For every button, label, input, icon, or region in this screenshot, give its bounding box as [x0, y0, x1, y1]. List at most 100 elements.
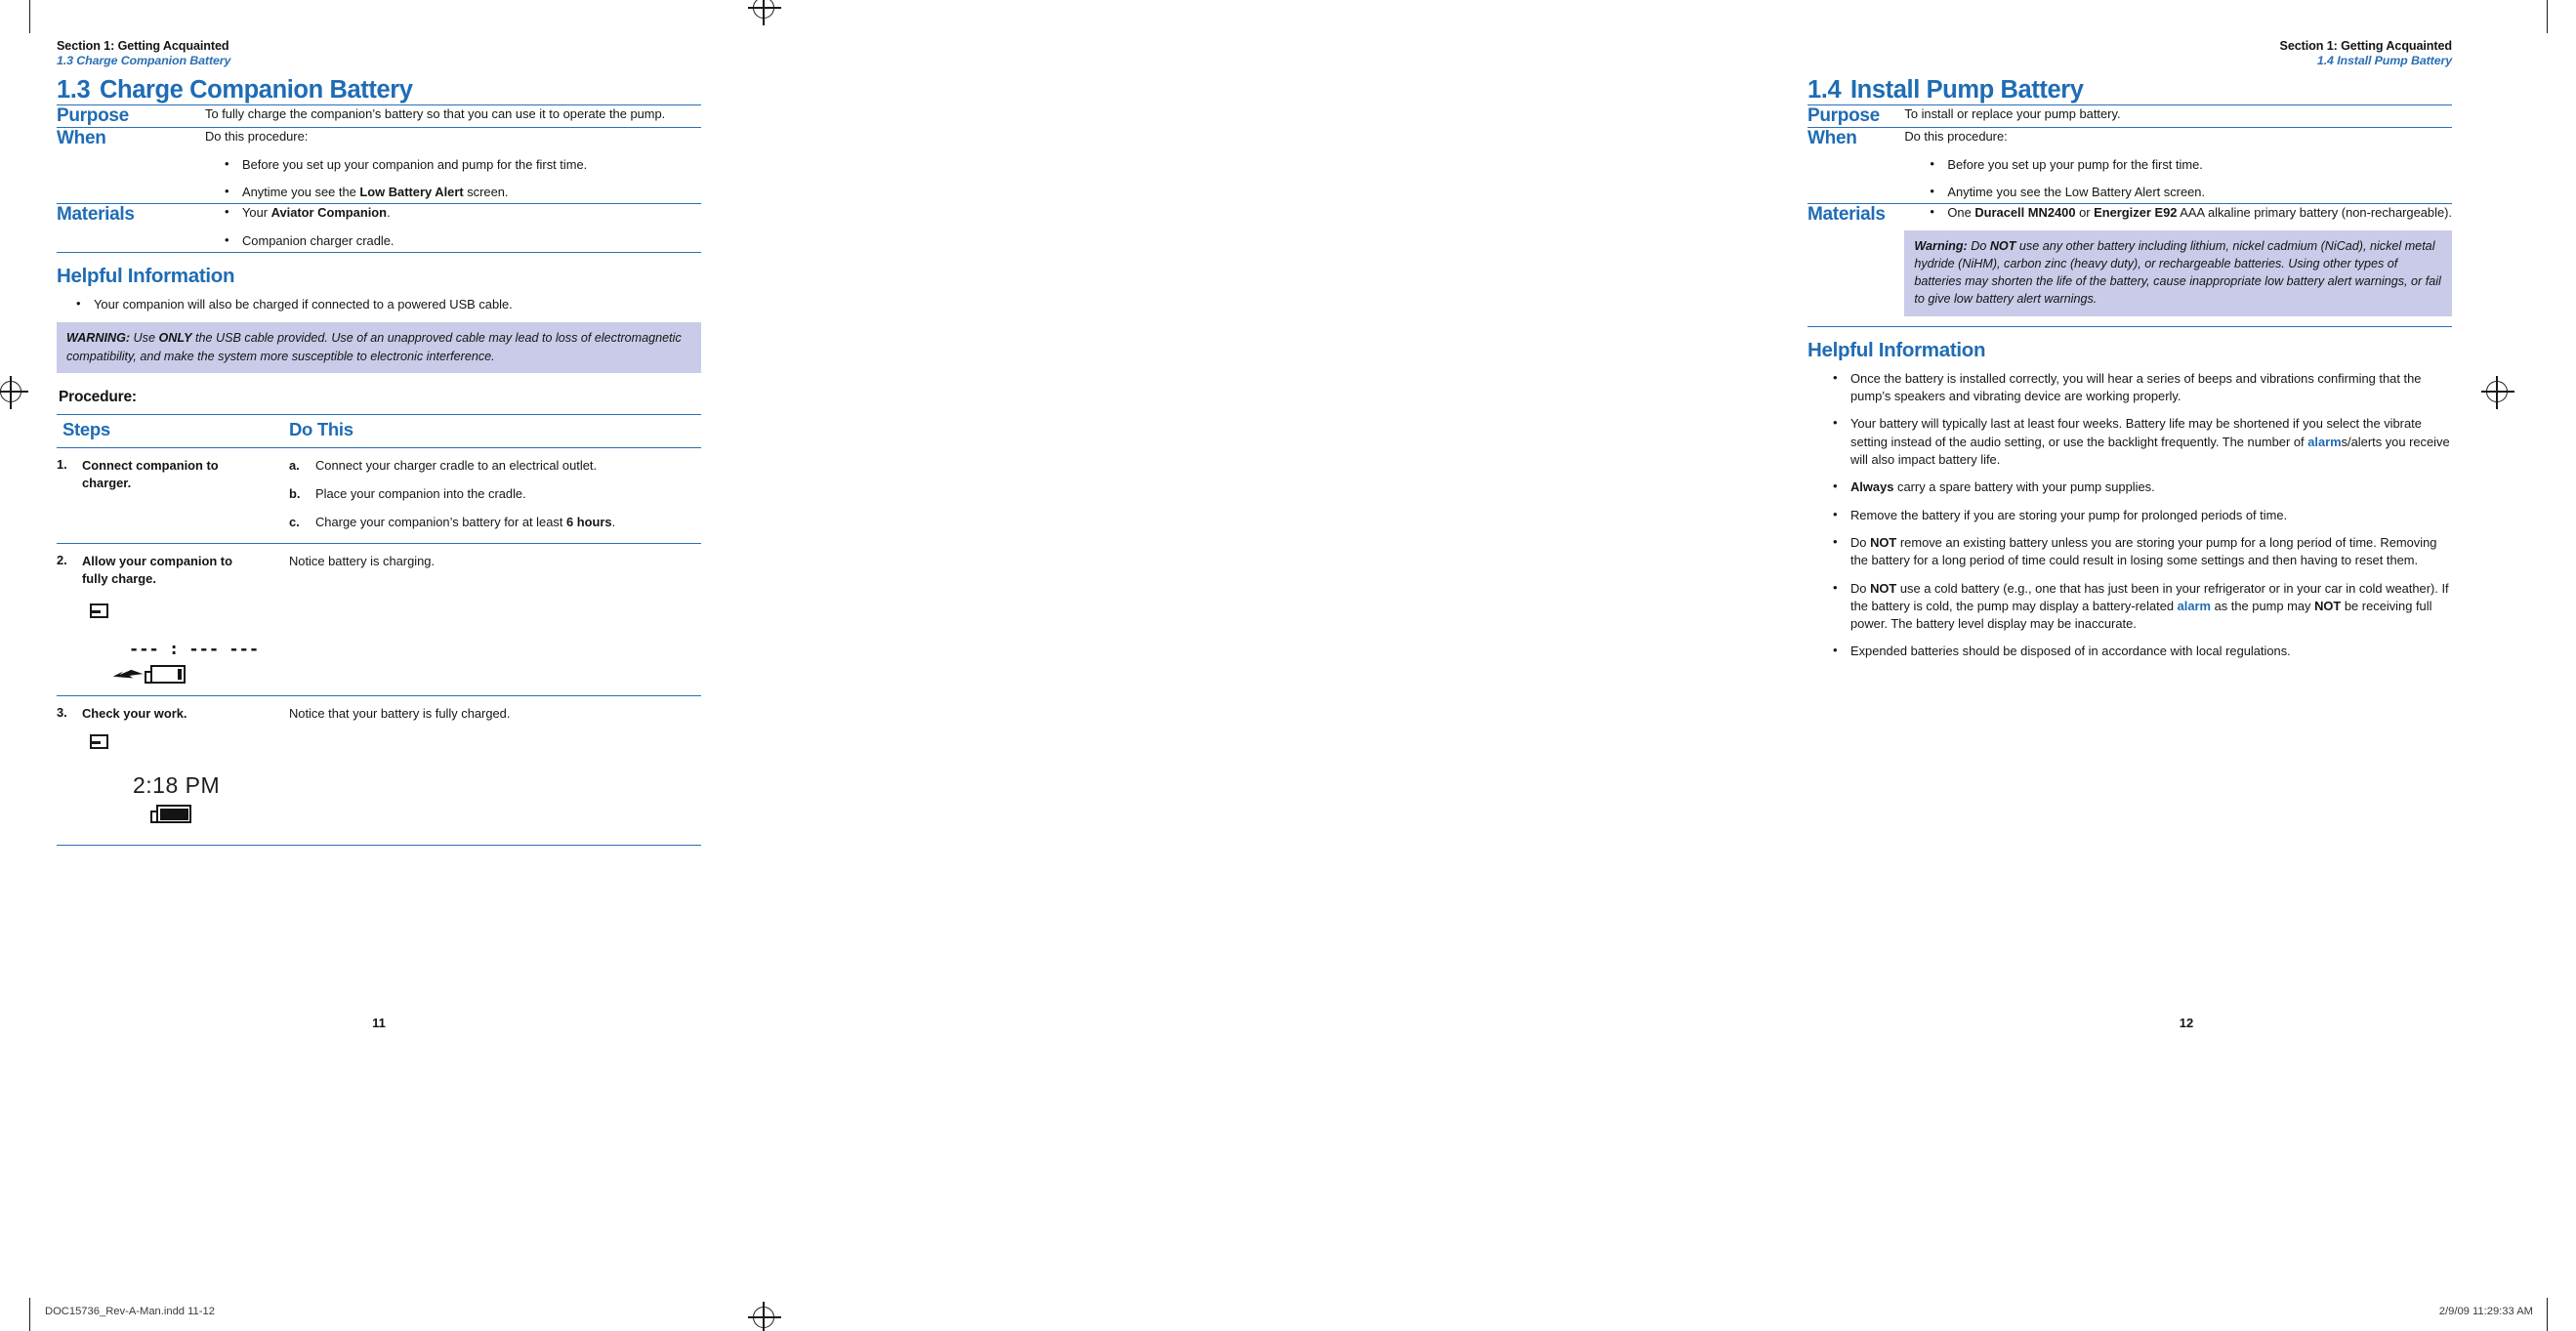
materials-bullet-list: Your Aviator Companion. Companion charge…	[205, 203, 701, 250]
text-segment: NOT	[1870, 534, 1897, 550]
list-item: Your companion will also be charged if c…	[72, 295, 701, 313]
helpful-heading-left: Helpful Information	[57, 265, 235, 288]
table-row: When Do this procedure: Before you set u…	[1807, 127, 2452, 204]
list-item: Companion charger cradle.	[221, 231, 701, 250]
table-row: Purpose To fully charge the companion’s …	[57, 104, 701, 128]
imposition-filename: DOC15736_Rev-A-Man.indd 11-12	[45, 1306, 215, 1317]
runhead-section: Section 1: Getting Acquainted	[2279, 39, 2453, 53]
info-table-right: Purpose To install or replace your pump …	[1807, 104, 2452, 316]
text-segment: NOT	[2314, 598, 2342, 613]
divider	[57, 252, 701, 254]
materials-label: Materials	[57, 203, 205, 253]
runhead-subsection: 1.4 Install Pump Battery	[2316, 54, 2452, 68]
table-row: Materials Your Aviator Companion. Compan…	[57, 203, 701, 253]
when-intro: Do this procedure:	[1904, 129, 2008, 145]
purpose-text: To fully charge the companion’s battery …	[205, 104, 701, 128]
warning-part1: Do	[1967, 238, 1990, 253]
runhead-right: Section 1: Getting Acquainted 1.4 Instal…	[1807, 39, 2453, 68]
text-segment: Remove the battery if you are storing yo…	[1850, 507, 2288, 522]
list-item: Your Aviator Companion.	[221, 203, 701, 222]
col-header-steps: Steps	[57, 413, 279, 448]
page-number-right: 12	[2179, 1016, 2194, 1030]
materials-cell: One Duracell MN2400 or Energizer E92 AAA…	[1904, 203, 2452, 316]
purpose-label: Purpose	[57, 104, 205, 128]
alarm-link[interactable]: alarm	[2178, 599, 2211, 613]
list-item: Your battery will typically last at leas…	[1829, 414, 2452, 469]
device-battery-row	[111, 665, 275, 685]
text-segment: remove an existing battery unless you ar…	[1850, 534, 2437, 568]
device-battery-row	[150, 805, 275, 824]
table-header-row: Steps Do This	[57, 413, 701, 448]
warning-emphasis: NOT	[1989, 238, 2016, 253]
when-label: When	[1807, 127, 1905, 204]
text-segment: NOT	[1870, 580, 1897, 596]
runhead-subsection: 1.3 Charge Companion Battery	[57, 54, 231, 68]
purpose-label: Purpose	[1807, 104, 1905, 128]
alarm-link[interactable]: alarm	[2307, 435, 2341, 449]
do-cell: a. Connect your charger cradle to an elec…	[279, 447, 701, 545]
list-item: One Duracell MN2400 or Energizer E92 AAA…	[1926, 203, 2452, 222]
list-item: Before you set up your pump for the firs…	[1926, 155, 2452, 174]
text-segment: as the pump may	[2211, 598, 2315, 613]
list-item: b. Place your companion into the cradle.	[289, 485, 526, 501]
device-time-placeholder: --- : --- ---	[129, 640, 260, 660]
col-header-do-this: Do This	[279, 413, 701, 448]
materials-bullet-list: One Duracell MN2400 or Energizer E92 AAA…	[1904, 203, 2452, 222]
list-item: Once the battery is installed correctly,…	[1829, 369, 2452, 406]
materials-label: Materials	[1807, 203, 1905, 316]
list-item: c. Charge your companion’s battery for at…	[289, 514, 616, 529]
helpful-heading-right: Helpful Information	[1807, 338, 1986, 361]
charging-bolt-icon	[112, 669, 144, 679]
warning-lead: Warning:	[1914, 238, 1968, 253]
step-number: 3.	[57, 705, 67, 721]
step-cell: 1. Connect companion to charger.	[57, 447, 279, 545]
list-item: Do NOT remove an existing battery unless…	[1829, 533, 2452, 570]
list-item: Remove the battery if you are storing yo…	[1829, 506, 2452, 524]
device-screen-charged: 2:18 PM	[82, 734, 275, 824]
step-title: Allow your companion to fully charge.	[82, 554, 232, 587]
when-intro: Do this procedure:	[205, 129, 309, 145]
text-segment: Do	[1850, 580, 1871, 596]
step-title: Connect companion to charger.	[82, 457, 219, 490]
abbott-logo-icon	[89, 734, 108, 750]
when-bullet-list: Before you set up your companion and pum…	[205, 155, 701, 202]
warning-lead: WARNING:	[66, 331, 131, 346]
imposition-timestamp: 2/9/09 11:29:33 AM	[2438, 1306, 2533, 1317]
table-row: Purpose To install or replace your pump …	[1807, 104, 2452, 128]
divider	[1807, 325, 2452, 327]
chapter-number: 1.4	[1807, 76, 1842, 104]
helpful-list-right: Once the battery is installed correctly,…	[1807, 369, 2452, 661]
runhead-section: Section 1: Getting Acquainted	[57, 39, 229, 53]
when-label: When	[57, 127, 205, 204]
substep-list: a. Connect your charger cradle to an elec…	[289, 457, 697, 531]
when-cell: Do this procedure: Before you set up you…	[1904, 127, 2452, 204]
page-left: Section 1: Getting Acquainted 1.3 Charge…	[0, 0, 1288, 1331]
table-row: Materials One Duracell MN2400 or Energiz…	[1807, 203, 2452, 316]
text-segment: Always	[1850, 479, 1894, 495]
do-cell: Notice that your battery is fully charge…	[279, 695, 701, 847]
chapter-title: Charge Companion Battery	[100, 76, 413, 104]
warning-box-left: WARNING: Use ONLY the USB cable provided…	[57, 322, 701, 373]
step-cell: 2. Allow your companion to fully charge. …	[57, 543, 279, 697]
battery-icon-low	[145, 665, 186, 685]
battery-icon-full	[150, 805, 191, 824]
materials-cell: Your Aviator Companion. Companion charge…	[205, 203, 701, 253]
warning-emphasis: ONLY	[158, 331, 192, 346]
text-segment: Do	[1850, 534, 1871, 550]
abbott-logo-icon	[89, 603, 108, 619]
info-table-left: Purpose To fully charge the companion’s …	[57, 104, 701, 253]
chapter-title: Install Pump Battery	[1850, 76, 2084, 104]
step-title: Check your work.	[82, 706, 187, 722]
table-row: 2. Allow your companion to fully charge. …	[57, 543, 701, 697]
page-title-right: 1.4 Install Pump Battery	[1807, 76, 2452, 104]
list-item: Expended batteries should be disposed of…	[1829, 642, 2452, 660]
device-clock-time: 2:18 PM	[133, 772, 221, 799]
runhead-left: Section 1: Getting Acquainted 1.3 Charge…	[57, 39, 701, 68]
step-number: 2.	[57, 553, 67, 568]
table-row: 1. Connect companion to charger. a. Connec…	[57, 447, 701, 545]
step-cell: 3. Check your work. 2:18 PM	[57, 695, 279, 847]
list-item: a. Connect your charger cradle to an elec…	[289, 457, 598, 473]
chapter-number: 1.3	[57, 76, 91, 104]
text-segment: carry a spare battery with your pump sup…	[1893, 479, 2155, 495]
do-cell: Notice battery is charging.	[279, 543, 701, 697]
